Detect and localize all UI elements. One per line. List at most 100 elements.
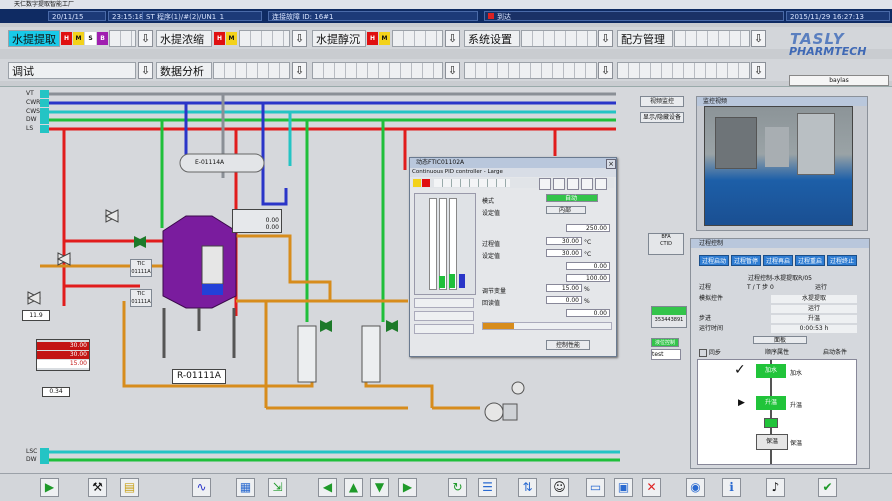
setpoint-field[interactable]: 30.00 <box>546 249 582 257</box>
info-icon[interactable]: ℹ <box>722 478 741 497</box>
manipulated-variable-unit: % <box>584 286 590 293</box>
manipulated-variable-label: 调节变量 <box>482 288 507 295</box>
status-bar: 20/11/15 23:15:18.726 ST 程序(1)/#(2)/UN1_… <box>0 9 892 23</box>
process-panel-header: 过程控制 <box>691 239 869 248</box>
mode-value[interactable]: 自动 <box>546 194 598 202</box>
tab-system-settings[interactable]: 系统设置 <box>464 30 520 47</box>
tab-water-extraction[interactable]: 水提提取 <box>8 30 60 47</box>
step-heat-up[interactable]: 升温 <box>756 396 786 410</box>
view-icon[interactable]: ◉ <box>686 478 705 497</box>
trend-icon[interactable]: ∿ <box>192 478 211 497</box>
step-add-water-note: 加水 <box>790 370 803 377</box>
pid-controller-dialog[interactable]: 动态FTIC01102A Continuous PID controller -… <box>409 157 617 357</box>
trend-icon[interactable] <box>553 178 565 190</box>
chevron-down-icon-7[interactable]: ⇩ <box>292 62 307 79</box>
pump-motor <box>502 403 518 421</box>
tab-recipe-management[interactable]: 配方管理 <box>617 30 673 47</box>
step-add-water[interactable]: 加水 <box>756 364 786 378</box>
output-slider[interactable] <box>482 322 612 330</box>
range-high-field[interactable]: 250.00 <box>566 224 610 232</box>
person-icon[interactable]: ☺ <box>550 478 569 497</box>
step-keep-warm[interactable]: 保温 <box>756 434 788 450</box>
process-start-button[interactable]: 过程启动 <box>699 255 729 266</box>
manipulated-variable-field[interactable]: 15.00 <box>546 284 582 292</box>
chevron-down-icon-2[interactable]: ⇩ <box>292 30 307 47</box>
refresh-icon[interactable]: ↻ <box>448 478 467 497</box>
save-disk-icon[interactable]: ▣ <box>614 478 633 497</box>
process-stop-button[interactable]: 过程终止 <box>827 255 857 266</box>
alarm-icon[interactable] <box>422 179 430 187</box>
camera-title: 监控视频 <box>697 97 867 106</box>
setpoint-source-label: 设定值 <box>482 210 501 217</box>
close-icon[interactable]: × <box>606 159 616 169</box>
test-field[interactable]: test <box>651 349 681 360</box>
chevron-down-icon-3[interactable]: ⇩ <box>445 30 460 47</box>
tag-box-1[interactable]: BFA CTID <box>648 233 684 255</box>
process-pause-button[interactable]: 过程暂停 <box>731 255 761 266</box>
play-icon[interactable]: ▶ <box>40 478 59 497</box>
chevron-down-icon-9[interactable]: ⇩ <box>598 62 613 79</box>
toolbar-secondary: 调试 ⇩ 数据分析 ⇩ ⇩ ⇩ ⇩ baylas <box>0 59 892 86</box>
report-icon[interactable]: ▦ <box>236 478 255 497</box>
tab-alcohol-precipitation[interactable]: 水提醇沉 <box>312 30 366 47</box>
output-low-field[interactable]: 0.00 <box>566 309 610 317</box>
video-monitor-button[interactable]: 视频监控 <box>640 96 684 107</box>
save-icon[interactable] <box>567 178 579 190</box>
level-control-button[interactable]: 液位控制 <box>651 338 679 347</box>
manual-icon[interactable] <box>413 179 421 187</box>
down-icon[interactable]: ▼ <box>370 478 389 497</box>
toggle-equipment-button[interactable]: 显示/隐藏设备 <box>640 112 684 123</box>
side-readout-2: 0.00 <box>265 224 279 231</box>
folder-icon[interactable]: ▤ <box>120 478 139 497</box>
back-icon[interactable]: ◀ <box>318 478 337 497</box>
output-high-field[interactable]: 100.00 <box>566 274 610 282</box>
check-all-icon[interactable]: ✔ <box>818 478 837 497</box>
process-resume-button[interactable]: 过程再启 <box>763 255 793 266</box>
chevron-down-icon[interactable]: ⇩ <box>138 30 153 47</box>
tab-data-analysis[interactable]: 数据分析 <box>156 62 212 79</box>
step-heat-up-note: 升温 <box>790 402 803 409</box>
chevron-down-icon-8[interactable]: ⇩ <box>445 62 460 79</box>
tab-slot-5 <box>674 30 750 47</box>
tank-label[interactable]: R-01111A <box>172 369 226 384</box>
status-m-indicator-2: M <box>226 32 237 45</box>
up-icon[interactable]: ▲ <box>344 478 363 497</box>
tab-debug[interactable]: 调试 <box>8 62 136 79</box>
camera-feed[interactable] <box>704 106 853 226</box>
setpoint-source-button[interactable]: 内部 <box>546 206 586 214</box>
panel-button[interactable]: 面板 <box>753 336 807 344</box>
range-low-field[interactable]: 0.00 <box>566 262 610 270</box>
check-icon: ✓ <box>734 362 746 378</box>
print-icon[interactable] <box>595 178 607 190</box>
clipboard-icon[interactable]: ▭ <box>586 478 605 497</box>
sort-icon[interactable]: ⇅ <box>518 478 537 497</box>
chevron-down-icon-10[interactable]: ⇩ <box>751 62 766 79</box>
pipe-tab-cwr <box>40 99 49 107</box>
sound-icon[interactable]: ♪ <box>766 478 785 497</box>
tab-slot-4 <box>521 30 597 47</box>
control-performance-button[interactable]: 控制性能 <box>546 340 590 350</box>
tag-box-1-line2: CTID <box>660 241 672 247</box>
list-icon[interactable]: ☰ <box>478 478 497 497</box>
lock-icon[interactable] <box>581 178 593 190</box>
sync-checkbox[interactable] <box>699 349 707 357</box>
process-restart-button[interactable]: 过程重启 <box>795 255 825 266</box>
tag-box-2[interactable]: 353443891 <box>651 306 687 328</box>
tic-controller-1[interactable]: TIC 01111A <box>130 259 152 277</box>
process-control-panel: 过程控制 过程启动 过程暂停 过程再启 过程重启 过程终止 过程控制-水提提取R… <box>690 238 870 469</box>
forward-icon[interactable]: ▶ <box>398 478 417 497</box>
cancel-icon[interactable]: ✕ <box>642 478 661 497</box>
chevron-down-icon-5[interactable]: ⇩ <box>751 30 766 47</box>
pipe-label-cwr: CWR <box>26 99 41 106</box>
chevron-down-icon-6[interactable]: ⇩ <box>138 62 153 79</box>
export-icon[interactable]: ⇲ <box>268 478 287 497</box>
tab-water-concentration[interactable]: 水提浓缩 <box>156 30 212 47</box>
status-m-indicator-3: M <box>379 32 390 45</box>
process-value-label: 过程值 <box>482 241 501 248</box>
settings-icon[interactable] <box>539 178 551 190</box>
pid-bargraph <box>414 193 476 295</box>
start-condition-label: 启动条件 <box>823 349 848 356</box>
chevron-down-icon-4[interactable]: ⇩ <box>598 30 613 47</box>
tools-icon[interactable]: ⚒ <box>88 478 107 497</box>
tic-controller-2[interactable]: TIC 01111A <box>130 289 152 307</box>
